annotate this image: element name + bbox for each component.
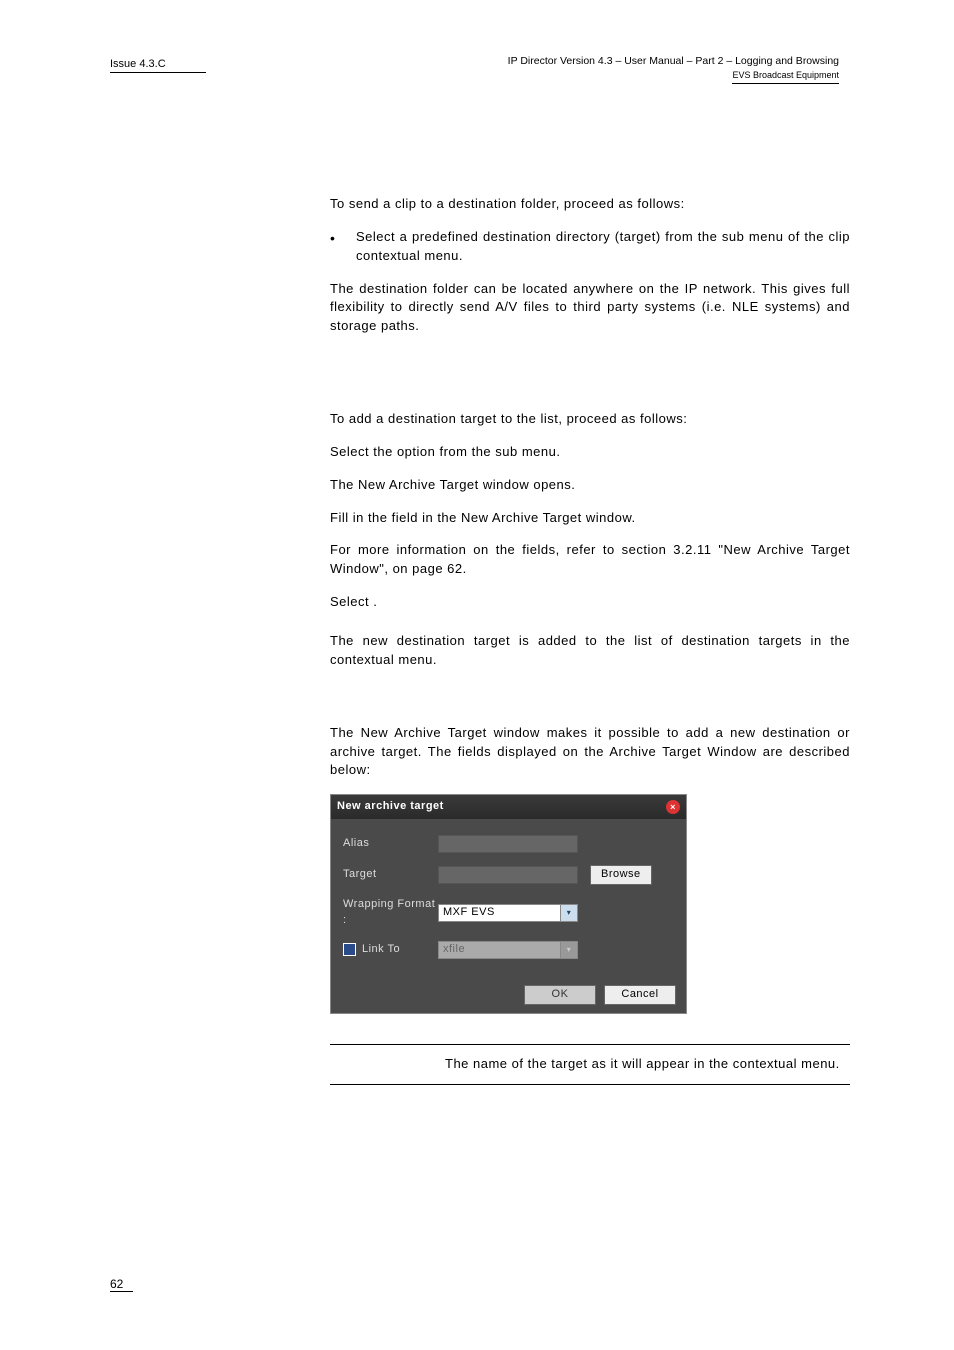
page-number: 62	[110, 1277, 133, 1292]
def-desc-alias: The name of the target as it will appear…	[445, 1055, 850, 1074]
wrapping-format-select[interactable]: MXF EVS ▾	[438, 904, 578, 922]
chevron-down-icon: ▾	[560, 942, 577, 958]
alias-input[interactable]	[438, 835, 578, 853]
step-select-option: Select the option from the sub menu.	[330, 443, 850, 462]
link-to-label: Link To	[343, 942, 438, 958]
link-to-value: xfile	[443, 942, 465, 958]
browse-button[interactable]: Browse	[590, 865, 652, 885]
wrapping-format-value: MXF EVS	[443, 905, 495, 921]
paragraph-add-target: To add a destination target to the list,…	[330, 410, 850, 429]
header-issue: Issue 4.3.C	[110, 58, 206, 73]
field-definitions: The name of the target as it will appear…	[330, 1044, 850, 1085]
link-to-checkbox[interactable]	[343, 943, 356, 956]
bullet-select-predefined: Select a predefined destination director…	[356, 228, 850, 266]
header-title: IP Director Version 4.3 – User Manual – …	[508, 55, 839, 69]
target-label: Target	[343, 867, 438, 883]
dialog-title: New archive target	[337, 799, 444, 815]
paragraph-window-desc: The New Archive Target window makes it p…	[330, 724, 850, 781]
paragraph-intro-send: To send a clip to a destination folder, …	[330, 195, 850, 214]
chevron-down-icon: ▾	[560, 905, 577, 921]
step-window-opens: The New Archive Target window opens.	[330, 476, 850, 495]
wrapping-format-label: Wrapping Format :	[343, 897, 438, 929]
close-icon[interactable]: ×	[666, 800, 680, 814]
def-term-alias	[330, 1055, 445, 1074]
step-fill-field: Fill in the field in the New Archive Tar…	[330, 509, 850, 528]
new-archive-target-dialog: New archive target × Alias Target Browse…	[330, 794, 687, 1014]
paragraph-target-added: The new destination target is added to t…	[330, 632, 850, 670]
step-select-ok: Select .	[330, 593, 850, 612]
step-more-info: For more information on the fields, refe…	[330, 541, 850, 579]
header-right: IP Director Version 4.3 – User Manual – …	[508, 55, 839, 84]
cancel-button[interactable]: Cancel	[604, 985, 676, 1005]
target-input[interactable]	[438, 866, 578, 884]
link-to-select: xfile ▾	[438, 941, 578, 959]
bullet-dot-icon: •	[330, 228, 356, 266]
ok-button[interactable]: OK	[524, 985, 596, 1005]
paragraph-network-flex: The destination folder can be located an…	[330, 280, 850, 337]
alias-label: Alias	[343, 836, 438, 852]
header-subtitle: EVS Broadcast Equipment	[732, 70, 839, 85]
